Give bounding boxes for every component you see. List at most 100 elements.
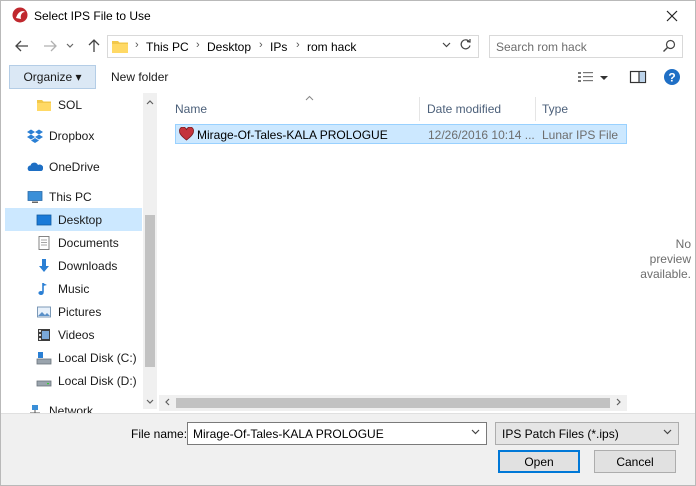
breadcrumb-rom-hack[interactable]: rom hack [307,40,356,54]
window-title: Select IPS File to Use [34,9,151,23]
sidebar-item-label: Downloads [58,258,118,273]
folder-icon [112,41,128,53]
sidebar-item-local-disk-d[interactable]: Local Disk (D:) [5,369,142,392]
column-header-type[interactable]: Type [542,97,622,121]
file-type-dropdown-button[interactable] [663,426,672,438]
search-input[interactable]: Search rom hack [496,40,587,54]
dropbox-icon [27,129,43,143]
computer-icon [27,190,43,203]
sidebar-item-this-pc[interactable]: This PC [5,185,142,208]
scroll-up-button[interactable] [143,95,157,109]
scrollbar-thumb[interactable] [145,215,155,367]
dialog-footer: File name: Mirage-Of-Tales-KALA PROLOGUE… [1,413,695,485]
breadcrumb-separator: › [259,39,263,51]
refresh-icon [460,39,471,50]
drive-d-icon [36,380,52,386]
sidebar-item-label: Videos [58,327,95,342]
open-button[interactable]: Open [498,450,580,473]
title-bar: Select IPS File to Use [1,1,695,31]
search-box[interactable]: Search rom hack [489,35,683,58]
sort-ascending-icon [305,93,314,104]
sidebar-item-music[interactable]: Music [5,277,142,300]
file-name-dropdown-button[interactable] [471,426,480,438]
sidebar-item-sol[interactable]: SOL [5,93,142,116]
breadcrumb-separator: › [296,39,300,51]
change-view-icon[interactable] [577,68,595,86]
close-button[interactable] [649,1,695,31]
videos-icon [38,328,50,341]
file-list-horizontal-scrollbar[interactable] [159,395,627,411]
desktop-icon [36,214,52,225]
sidebar-item-label: Network [49,403,94,414]
chevron-down-icon [66,43,74,48]
open-file-dialog: Select IPS File to Use › This PC › Deskt… [0,0,696,486]
breadcrumb-this-pc[interactable]: This PC [146,40,189,54]
sidebar-item-label: Pictures [58,304,102,319]
sidebar-item-downloads[interactable]: Downloads [5,254,142,277]
arrow-up-icon [88,39,100,52]
up-button[interactable] [83,35,105,57]
navigation-bar: › This PC › Desktop › IPs › rom hack Sea… [1,31,695,61]
address-bar[interactable]: › This PC › Desktop › IPs › rom hack [107,35,479,58]
view-options-dropdown-icon[interactable] [599,68,609,86]
arrow-left-icon [15,40,28,52]
sidebar-item-label: Local Disk (D:) [58,373,137,388]
sidebar-item-local-disk-c[interactable]: Local Disk (C:) [5,346,142,369]
organize-button[interactable]: Organize ▾ [9,65,96,89]
column-header-date-modified[interactable]: Date modified [427,97,535,121]
recent-locations-button[interactable] [63,35,77,57]
breadcrumb-desktop[interactable]: Desktop [207,40,251,54]
breadcrumb-separator: › [196,39,200,51]
cancel-button[interactable]: Cancel [594,450,676,473]
new-folder-button[interactable]: New folder [111,70,168,84]
sidebar-item-label: Documents [58,235,119,250]
sidebar-item-documents[interactable]: Documents [5,231,142,254]
breadcrumb-separator: › [135,39,139,51]
breadcrumb-ips[interactable]: IPs [270,40,287,54]
file-name-label: File name: [131,427,188,441]
sidebar-item-desktop[interactable]: Desktop [5,208,142,231]
scrollbar-thumb[interactable] [176,398,610,408]
file-date-modified: 12/26/2016 10:14 ... [428,128,535,142]
column-header-name[interactable]: Name [175,95,415,121]
file-name-input[interactable]: Mirage-Of-Tales-KALA PROLOGUE [193,427,384,441]
sidebar-item-label: OneDrive [49,159,100,174]
address-dropdown-button[interactable] [442,39,451,51]
lunar-ips-app-icon [12,7,28,23]
sidebar-item-videos[interactable]: Videos [5,323,142,346]
preview-pane-icon[interactable] [629,68,647,86]
back-button[interactable] [11,35,33,57]
file-list: Name Date modified Type Mirage-Of-Tales-… [159,93,627,413]
sidebar-item-pictures[interactable]: Pictures [5,300,142,323]
column-divider[interactable] [535,97,536,121]
chevron-right-icon [616,398,621,406]
chevron-up-icon [146,100,154,105]
music-icon [38,282,47,295]
chevron-down-icon [663,429,672,435]
sidebar-item-label: Local Disk (C:) [58,350,137,365]
navigation-pane-scrollbar[interactable] [143,93,157,409]
file-type: Lunar IPS File [542,128,619,142]
sidebar-item-dropbox[interactable]: Dropbox [5,124,142,147]
sidebar-item-label: SOL [58,97,83,112]
scroll-right-button[interactable] [611,395,627,411]
sidebar-item-network[interactable]: Network [5,399,142,413]
scroll-left-button[interactable] [159,395,175,411]
table-row[interactable]: Mirage-Of-Tales-KALA PROLOGUE 12/26/2016… [175,124,627,144]
forward-button[interactable] [39,35,61,57]
search-icon [663,39,676,52]
sidebar-item-onedrive[interactable]: OneDrive [5,155,142,178]
refresh-button[interactable] [459,38,472,54]
file-name-combobox[interactable]: Mirage-Of-Tales-KALA PROLOGUE [187,422,487,445]
scroll-down-button[interactable] [143,395,157,409]
pictures-icon [37,306,51,317]
network-icon [29,404,41,413]
column-divider[interactable] [419,97,420,121]
file-name: Mirage-Of-Tales-KALA PROLOGUE [197,128,388,142]
help-icon[interactable]: ? [663,68,681,86]
file-type-selected: IPS Patch Files (*.ips) [502,427,619,441]
organize-label: Organize ▾ [23,70,82,84]
drive-c-icon [36,351,52,364]
file-type-select[interactable]: IPS Patch Files (*.ips) [495,422,679,445]
sidebar-item-label: Dropbox [49,128,95,143]
